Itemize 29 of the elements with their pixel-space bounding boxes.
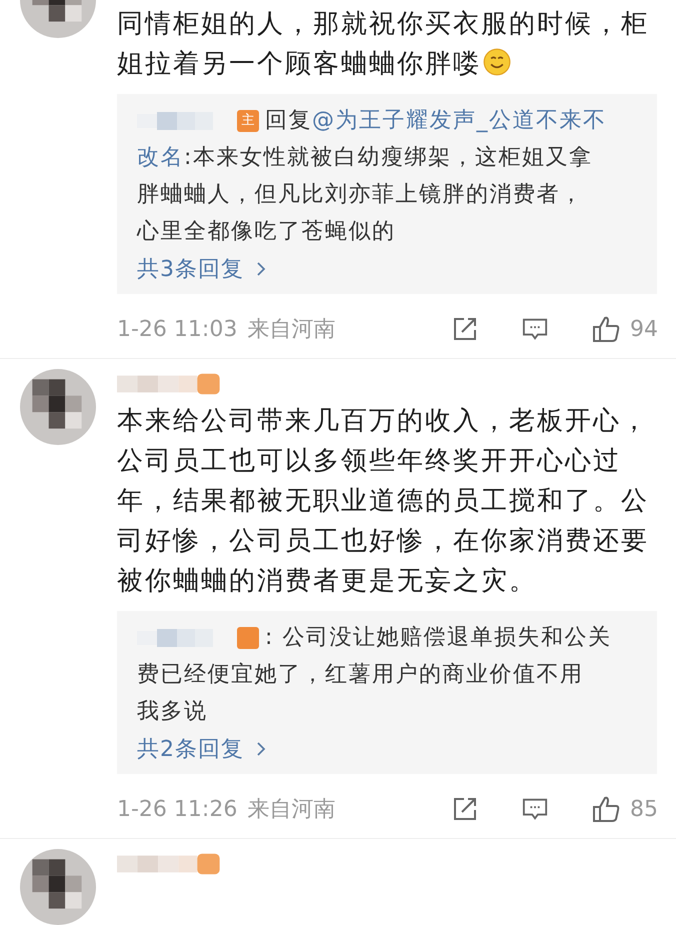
share-icon[interactable] bbox=[452, 316, 478, 342]
comment-time: 1-26 11:03 bbox=[117, 316, 238, 342]
badge bbox=[237, 626, 259, 648]
mention-link[interactable]: 改名 bbox=[137, 139, 184, 176]
comment-icon[interactable] bbox=[522, 796, 548, 822]
reply-text: 胖蛐蛐人，但凡比刘亦菲上镜胖的消费者， bbox=[137, 181, 584, 209]
reply-text: 心里全都像吃了苍蝇似的 bbox=[137, 218, 396, 246]
share-icon[interactable] bbox=[452, 796, 478, 822]
comment-time: 1-26 11:26 bbox=[117, 796, 238, 822]
reply-text: 回复 bbox=[265, 107, 312, 135]
chevron-icon bbox=[256, 261, 266, 277]
chevron-icon bbox=[256, 741, 266, 757]
more-replies-link[interactable]: 共3条回复 bbox=[137, 254, 266, 284]
more-replies-link[interactable]: 共2条回复 bbox=[137, 734, 266, 764]
reply-text: :本来女性就被白幼瘦绑架，这柜姐又拿 bbox=[184, 144, 592, 172]
reply-text: : 公司没让她赔偿退单损失和公关 bbox=[265, 624, 612, 652]
reply-text: 费已经便宜她了，红薯用户的商业价值不用 bbox=[137, 661, 584, 689]
mention-link[interactable]: @为王子耀发声_公道不来不 bbox=[312, 102, 606, 139]
like-button[interactable]: 94 bbox=[592, 315, 658, 343]
badge: 主 bbox=[237, 110, 259, 132]
comment-location: 来自河南 bbox=[247, 316, 336, 344]
comment-icon[interactable] bbox=[522, 316, 548, 342]
thumbs-up-icon bbox=[592, 795, 620, 823]
comment-location: 来自河南 bbox=[247, 796, 336, 824]
thumbs-up-icon bbox=[592, 315, 620, 343]
comment-text: 本来给公司带来几百万的收入，老板开心， 公司员工也可以多领些年终奖开开心心过 年，结果都被无职业道德的员工搅和了。公 司好惨，公司员工也好惨，在你家消费还要 被你蛐蛐的消费者更是无妄之灾。 bbox=[117, 405, 650, 598]
like-button[interactable]: 85 bbox=[592, 795, 658, 823]
comment-text: 同情柜姐的人，那就祝你买衣服的时候，柜 姐拉着另一个顾客蛐蛐你胖喽 bbox=[117, 8, 650, 81]
reply-text: 我多说 bbox=[137, 698, 208, 726]
